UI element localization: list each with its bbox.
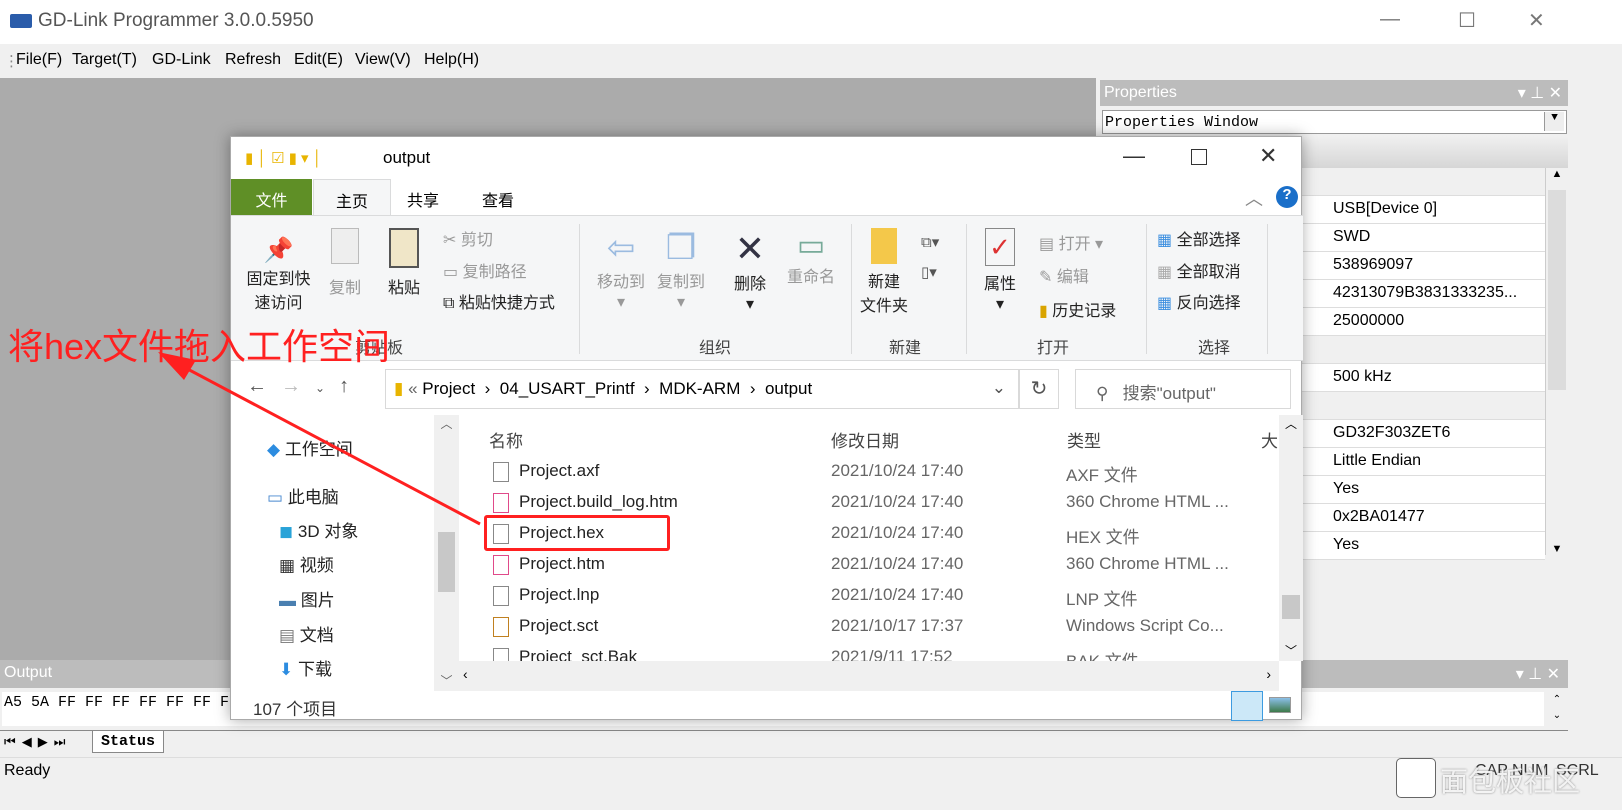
tab-home[interactable]: 主页	[313, 179, 391, 215]
annotation-arrow	[158, 352, 481, 526]
